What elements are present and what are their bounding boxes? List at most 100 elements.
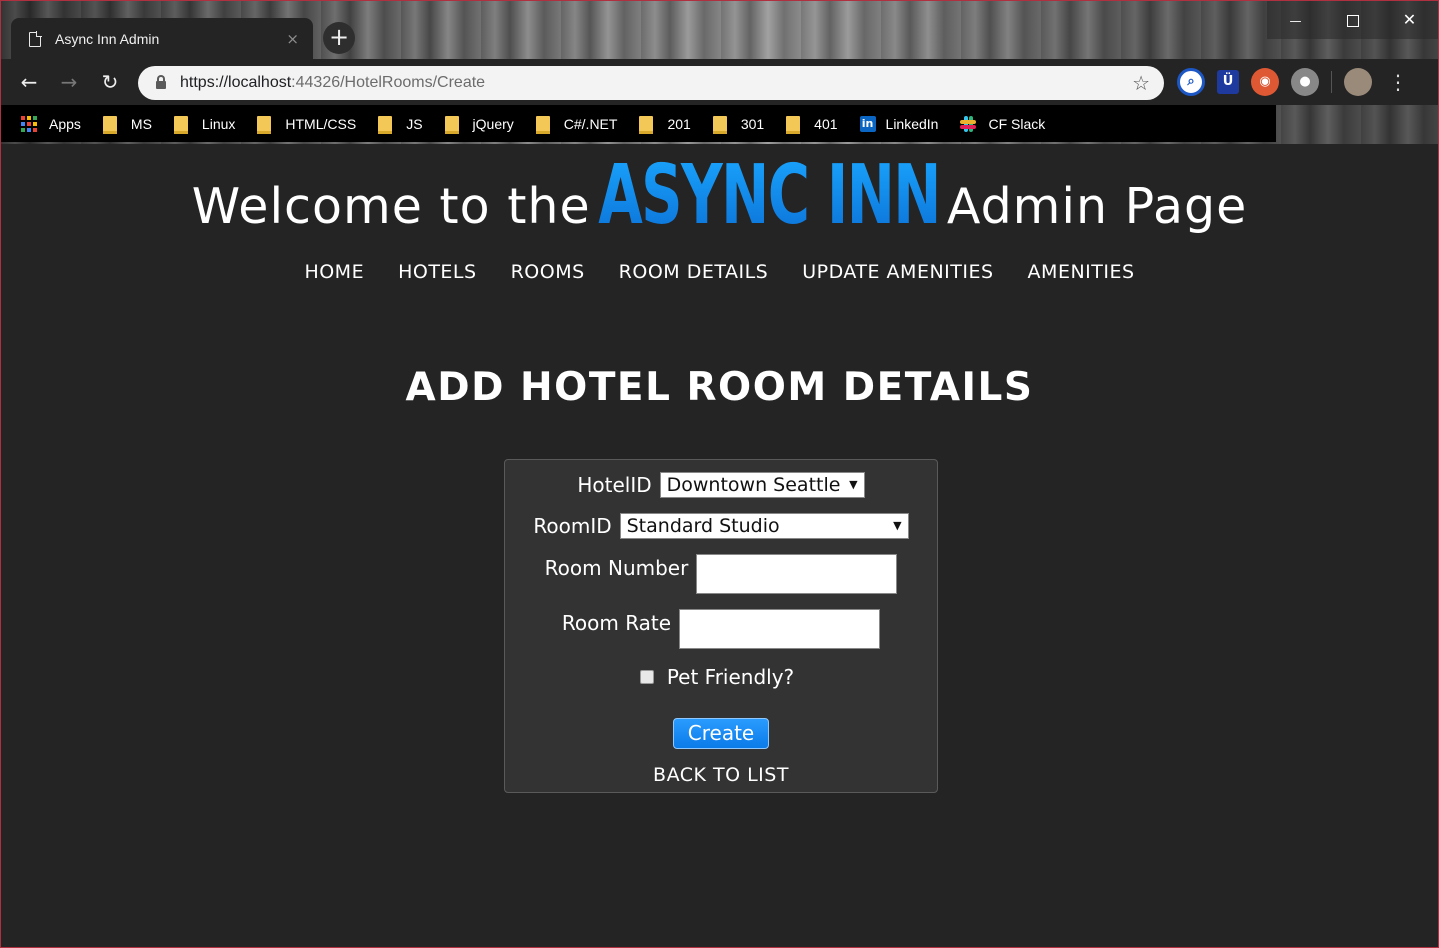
- pet-friendly-row: Pet Friendly?: [505, 665, 937, 689]
- bookmark-js[interactable]: JS: [378, 115, 423, 134]
- duckduckgo-extension-icon[interactable]: ◉: [1251, 68, 1279, 96]
- bookmark-label: 301: [740, 115, 765, 132]
- browser-chrome: Async Inn Admin × + — ✕ ← → ↻ https://lo…: [1, 1, 1438, 144]
- folder-icon: [257, 115, 272, 134]
- bookmark-label: Linux: [201, 115, 236, 132]
- back-to-list-link[interactable]: BACK TO LIST: [653, 764, 789, 786]
- lock-icon: [156, 75, 166, 89]
- new-tab-button[interactable]: +: [323, 22, 355, 54]
- hotel-label: HotelID: [577, 473, 652, 497]
- main-nav: HOME HOTELS ROOMS ROOM DETAILS UPDATE AM…: [1, 261, 1438, 283]
- bookmarks-bar: Apps MS Linux HTML/CSS JS jQuery C#/.NET…: [1, 105, 1276, 142]
- create-button[interactable]: Create: [673, 718, 769, 749]
- folder-icon: [786, 115, 801, 134]
- ublock-extension-icon[interactable]: Ü: [1217, 70, 1239, 94]
- bookmark-linkedin[interactable]: in LinkedIn: [859, 115, 939, 132]
- submit-row: Create: [505, 718, 937, 749]
- address-bar[interactable]: https://localhost:44326/HotelRooms/Creat…: [138, 66, 1164, 100]
- bookmark-label: jQuery: [472, 115, 514, 132]
- bookmark-label: Apps: [49, 115, 81, 132]
- nav-amenities[interactable]: AMENITIES: [1028, 261, 1135, 283]
- folder-icon: [378, 115, 393, 134]
- browser-menu-icon[interactable]: ⋮: [1388, 70, 1408, 94]
- tab-close-icon[interactable]: ×: [286, 30, 299, 48]
- dropdown-arrow-icon: ▼: [849, 478, 858, 491]
- browser-toolbar: ← → ↻ https://localhost:44326/HotelRooms…: [1, 59, 1438, 105]
- hotel-select-value: Downtown Seattle: [666, 474, 841, 496]
- room-number-row: Room Number: [505, 554, 937, 594]
- tab-title: Async Inn Admin: [55, 31, 160, 47]
- nav-hotels[interactable]: HOTELS: [398, 261, 477, 283]
- linkedin-icon: in: [859, 115, 876, 132]
- folder-icon: [444, 115, 459, 134]
- page-icon: [29, 30, 42, 47]
- bookmark-label: 201: [667, 115, 691, 132]
- url-host: https://localhost: [180, 74, 292, 91]
- apps-grid-icon: [21, 115, 37, 132]
- room-select-value: Standard Studio: [626, 515, 780, 537]
- room-select[interactable]: Standard Studio ▼: [619, 513, 909, 539]
- bookmark-cf-slack[interactable]: CF Slack: [960, 115, 1046, 132]
- room-rate-input[interactable]: [679, 609, 881, 649]
- bookmark-401[interactable]: 401: [786, 115, 838, 134]
- folder-icon: [639, 115, 654, 134]
- maximize-icon: [1346, 14, 1359, 27]
- room-label: RoomID: [533, 514, 612, 538]
- browser-tab[interactable]: Async Inn Admin ×: [11, 18, 313, 60]
- folder-icon: [712, 115, 727, 134]
- minimize-icon: —: [1289, 14, 1302, 28]
- profile-avatar-icon[interactable]: [1344, 68, 1372, 96]
- room-rate-label: Room Rate: [561, 611, 672, 635]
- nav-rooms[interactable]: ROOMS: [511, 261, 585, 283]
- url-path: :44326/HotelRooms/Create: [291, 74, 486, 91]
- bookmark-ms[interactable]: MS: [102, 115, 152, 134]
- minimize-button[interactable]: —: [1267, 1, 1324, 39]
- extensions-area: ⌕ Ü ◉ ● ⋮: [1177, 68, 1408, 96]
- room-number-input[interactable]: [696, 554, 898, 594]
- bookmark-label: LinkedIn: [885, 115, 939, 132]
- bookmark-star-icon[interactable]: ☆: [1132, 71, 1150, 95]
- pet-friendly-checkbox[interactable]: [639, 670, 654, 684]
- close-window-button[interactable]: ✕: [1381, 1, 1438, 39]
- reload-button[interactable]: ↻: [96, 69, 124, 97]
- bookmark-html-css[interactable]: HTML/CSS: [257, 115, 357, 134]
- slack-icon: [960, 115, 977, 132]
- pet-friendly-label: Pet Friendly?: [666, 665, 795, 689]
- nav-home[interactable]: HOME: [304, 261, 364, 283]
- bookmark-label: C#/.NET: [563, 115, 618, 132]
- bookmark-linux[interactable]: Linux: [173, 115, 236, 134]
- header-welcome: Welcome to the: [191, 178, 591, 235]
- bookmark-301[interactable]: 301: [712, 115, 765, 134]
- bookmark-label: JS: [406, 115, 423, 132]
- bookmark-label: MS: [130, 115, 152, 132]
- ghost-extension-icon[interactable]: ●: [1291, 68, 1319, 96]
- folder-icon: [102, 115, 117, 134]
- maximize-button[interactable]: [1324, 1, 1381, 39]
- folder-icon: [173, 115, 188, 134]
- nav-update-amenities[interactable]: UPDATE AMENITIES: [802, 261, 993, 283]
- url-text: https://localhost:44326/HotelRooms/Creat…: [180, 74, 1132, 92]
- bookmark-label: HTML/CSS: [285, 115, 357, 132]
- header-suffix: Admin Page: [946, 178, 1248, 235]
- folder-icon: [535, 115, 550, 134]
- forward-button[interactable]: →: [55, 69, 83, 97]
- bookmark-jquery[interactable]: jQuery: [444, 115, 514, 134]
- room-row: RoomID Standard Studio ▼: [505, 513, 937, 539]
- nav-room-details[interactable]: ROOM DETAILS: [619, 261, 769, 283]
- bookmark-csharp-dotnet[interactable]: C#/.NET: [535, 115, 618, 134]
- back-row: BACK TO LIST: [505, 764, 937, 786]
- bookmark-apps[interactable]: Apps: [21, 115, 81, 132]
- window-controls: — ✕: [1267, 1, 1438, 39]
- bookmark-label: CF Slack: [988, 115, 1046, 132]
- back-button[interactable]: ←: [15, 69, 43, 97]
- page-content: Welcome to the ASYNC INN Admin Page HOME…: [1, 144, 1438, 947]
- room-rate-row: Room Rate: [505, 609, 937, 649]
- bookmark-201[interactable]: 201: [639, 115, 691, 134]
- create-form: HotelID Downtown Seattle ▼ RoomID Standa…: [504, 459, 938, 793]
- search-extension-icon[interactable]: ⌕: [1177, 68, 1205, 96]
- room-number-label: Room Number: [544, 556, 689, 580]
- toolbar-divider: [1331, 71, 1332, 93]
- hotel-row: HotelID Downtown Seattle ▼: [505, 472, 937, 498]
- hotel-select[interactable]: Downtown Seattle ▼: [659, 472, 865, 498]
- close-icon: ✕: [1402, 10, 1417, 29]
